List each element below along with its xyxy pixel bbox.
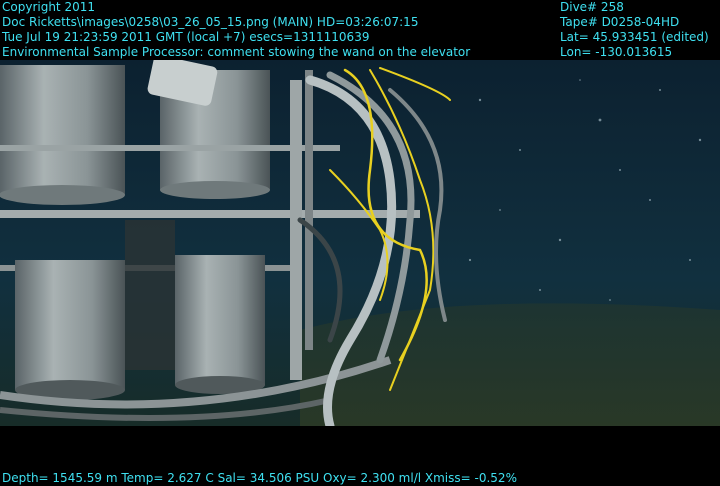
overlay-top-left: Copyright 2011 Doc Ricketts\images\0258\… xyxy=(2,0,470,60)
cylinder-lower-left xyxy=(15,260,125,390)
underwater-scene xyxy=(0,60,720,426)
sensor-readout: Depth= 1545.59 m Temp= 2.627 C Sal= 34.5… xyxy=(2,471,517,485)
cylinder-lower-middle xyxy=(175,255,265,385)
video-frame: Copyright 2011 Doc Ricketts\images\0258\… xyxy=(0,0,720,486)
frame-post xyxy=(305,70,313,350)
overlay-top-right: Dive# 258 Tape# D0258-04HD Lat= 45.93345… xyxy=(560,0,709,60)
timestamp-text: Tue Jul 19 21:23:59 2011 GMT (local +7) … xyxy=(2,30,370,44)
frame-post xyxy=(290,80,302,380)
comment-text: Environmental Sample Processor: comment … xyxy=(2,45,471,59)
copyright-text: Copyright 2011 xyxy=(2,0,95,14)
frame-rail-mid xyxy=(0,210,420,218)
cylinder-upper-left xyxy=(0,65,125,195)
tape-number: Tape# D0258-04HD xyxy=(560,15,680,29)
longitude: Lon= -130.013615 xyxy=(560,45,673,59)
dive-number: Dive# 258 xyxy=(560,0,624,14)
frame-rail-top xyxy=(0,145,340,151)
image-path-text: Doc Ricketts\images\0258\03_26_05_15.png… xyxy=(2,15,419,29)
latitude: Lat= 45.933451 (edited) xyxy=(560,30,709,44)
